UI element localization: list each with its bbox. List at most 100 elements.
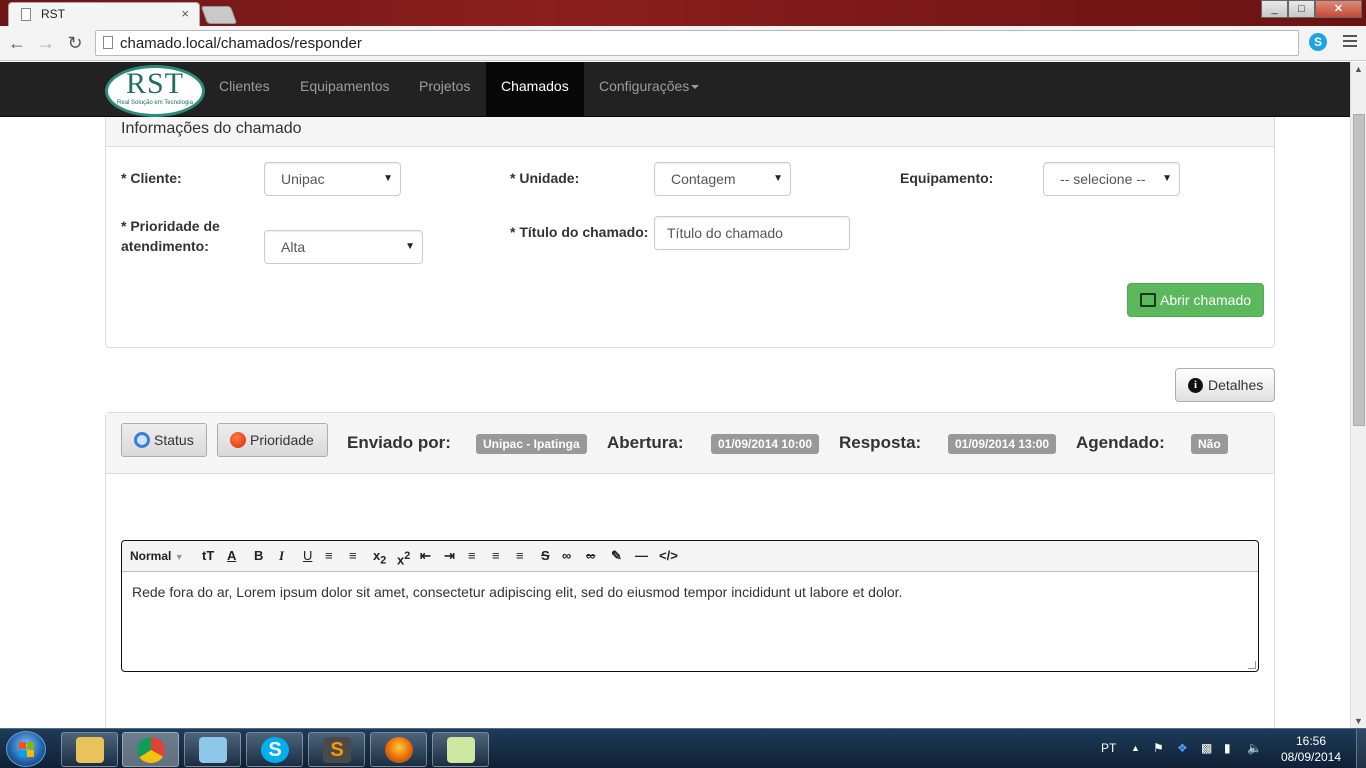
scroll-down-icon[interactable]: ▼ — [1354, 716, 1363, 726]
resize-grip-icon[interactable] — [1248, 661, 1256, 669]
agendado-badge: Não — [1191, 434, 1228, 454]
editor-content[interactable]: Rede fora do ar, Lorem ipsum dolor sit a… — [132, 584, 902, 600]
taskbar-skype[interactable]: S — [246, 732, 303, 767]
page-icon — [21, 8, 31, 21]
maximize-button[interactable]: □ — [1288, 0, 1315, 18]
chrome-icon — [137, 737, 165, 763]
dropbox-icon[interactable]: ❖ — [1177, 741, 1188, 755]
prioridade-button-label: Prioridade — [250, 432, 314, 448]
nav-clientes[interactable]: Clientes — [204, 62, 285, 117]
taskbar-notes[interactable] — [184, 732, 241, 767]
code-view-icon[interactable]: </> — [659, 548, 678, 564]
status-button[interactable]: Status — [121, 423, 207, 457]
skype-extension-icon[interactable]: S — [1309, 33, 1327, 51]
page-scrollbar[interactable]: ▲ ▼ — [1350, 62, 1366, 728]
chevron-down-icon: ▼ — [1162, 173, 1172, 184]
link-icon[interactable]: ∞ — [562, 548, 571, 564]
skype-icon: S — [261, 737, 289, 763]
abrir-chamado-button[interactable]: Abrir chamado — [1127, 283, 1264, 317]
back-arrow-icon[interactable]: ← — [5, 31, 29, 55]
show-desktop-button[interactable] — [1356, 729, 1366, 768]
address-bar[interactable]: chamado.local/chamados/responder — [95, 30, 1299, 56]
format-select[interactable]: Normal ▼ — [130, 548, 184, 565]
strikethrough-icon[interactable]: S — [541, 548, 550, 564]
status-label: Status — [154, 432, 194, 448]
horizontal-rule-icon[interactable]: — — [635, 548, 648, 564]
detalhes-label: Detalhes — [1208, 377, 1264, 393]
system-clock[interactable]: 16:56 08/09/2014 — [1276, 733, 1346, 765]
scroll-up-icon[interactable]: ▲ — [1354, 64, 1363, 74]
clock-date: 08/09/2014 — [1280, 750, 1342, 764]
prioridade-label: * Prioridade de atendimento: — [121, 216, 220, 256]
chrome-menu-icon[interactable] — [1343, 35, 1357, 50]
subscript-icon[interactable]: x2 — [373, 548, 386, 569]
taskbar-firefox[interactable] — [370, 732, 427, 767]
chevron-down-icon: ▼ — [405, 241, 415, 252]
agendado-label: Agendado: — [1076, 433, 1165, 452]
align-center-icon[interactable]: ≡ — [492, 548, 500, 564]
gear-icon — [134, 432, 150, 448]
network-icon[interactable]: ▮ — [1224, 741, 1231, 755]
tab-close-icon[interactable]: × — [181, 6, 189, 21]
browser-titlebar: RST × _ □ ✕ — [0, 0, 1366, 26]
rst-logo[interactable]: RST Real Solução em Tecnologia — [105, 65, 205, 117]
prioridade-select[interactable]: Alta ▼ — [264, 230, 423, 264]
equipamento-select[interactable]: -- selecione -- ▼ — [1043, 162, 1180, 196]
clock-time: 16:56 — [1295, 734, 1327, 748]
page-viewport: Informações do chamado * Cliente: Unipac… — [0, 62, 1350, 728]
titulo-input[interactable]: Título do chamado — [654, 216, 850, 250]
language-indicator[interactable]: PT — [1101, 741, 1116, 755]
panel-title: Informações do chamado — [121, 120, 302, 137]
prioridade-label-line2: atendimento: — [121, 238, 209, 254]
bold-icon[interactable]: B — [254, 548, 263, 564]
scrollbar-thumb[interactable] — [1353, 114, 1365, 426]
align-right-icon[interactable]: ≡ — [516, 548, 524, 564]
nav-equipamentos[interactable]: Equipamentos — [285, 62, 405, 117]
clear-format-icon[interactable]: ✎ — [611, 548, 622, 564]
new-tab-button[interactable] — [200, 6, 238, 24]
device-icon[interactable]: ▩ — [1201, 741, 1212, 755]
minimize-button[interactable]: _ — [1261, 0, 1288, 18]
start-button[interactable] — [6, 731, 46, 767]
firefox-icon — [385, 737, 413, 763]
format-select-value: Normal — [130, 549, 172, 563]
action-center-icon[interactable]: ⚑ — [1153, 741, 1164, 755]
folder-icon — [76, 737, 104, 763]
windows-taskbar: S S PT ▲ ⚑ ❖ ▩ ▮ 🔈 16:56 08/09/2014 — [0, 728, 1366, 768]
cliente-select[interactable]: Unipac ▼ — [264, 162, 401, 196]
nav-projetos[interactable]: Projetos — [404, 62, 485, 117]
taskbar-explorer[interactable] — [61, 732, 118, 767]
outdent-icon[interactable]: ⇤ — [420, 548, 431, 564]
rich-text-editor: Normal ▼ tT A B I U ≡ ≡ x2 x2 ⇤ ⇥ ≡ ≡ ≡ … — [121, 540, 1259, 672]
page-icon — [103, 36, 113, 49]
caret-down-icon — [691, 85, 700, 90]
italic-icon[interactable]: I — [279, 548, 284, 564]
text-color-icon[interactable]: A — [227, 548, 236, 564]
unidade-select[interactable]: Contagem ▼ — [654, 162, 791, 196]
prioridade-button[interactable]: Prioridade — [217, 423, 328, 457]
volume-icon[interactable]: 🔈 — [1247, 741, 1262, 755]
close-window-button[interactable]: ✕ — [1315, 0, 1362, 18]
nav-configuracoes[interactable]: Configurações — [584, 62, 714, 117]
enviado-badge: Unipac - Ipatinga — [476, 434, 587, 454]
superscript-icon[interactable]: x2 — [397, 548, 410, 568]
ordered-list-icon[interactable]: ≡ — [325, 548, 333, 564]
indent-icon[interactable]: ⇥ — [444, 548, 455, 564]
browser-tab[interactable]: RST × — [8, 2, 200, 26]
underline-icon[interactable]: U — [303, 548, 312, 564]
taskbar-chrome[interactable] — [122, 732, 179, 767]
taskbar-editor[interactable] — [432, 732, 489, 767]
unordered-list-icon[interactable]: ≡ — [349, 548, 357, 564]
address-url[interactable]: chamado.local/chamados/responder — [120, 35, 362, 52]
font-size-icon[interactable]: tT — [202, 548, 214, 564]
align-left-icon[interactable]: ≡ — [468, 548, 476, 564]
taskbar-sublime[interactable]: S — [308, 732, 365, 767]
abertura-badge: 01/09/2014 10:00 — [711, 434, 820, 454]
unlink-icon[interactable]: ∞ — [586, 548, 595, 564]
reload-icon[interactable]: ↻ — [63, 31, 87, 55]
show-hidden-icons-icon[interactable]: ▲ — [1131, 743, 1140, 753]
nav-chamados[interactable]: Chamados — [486, 62, 584, 117]
detalhes-button[interactable]: i Detalhes — [1175, 368, 1275, 402]
forward-arrow-icon[interactable]: → — [34, 31, 58, 55]
cliente-selected: Unipac — [281, 171, 325, 187]
